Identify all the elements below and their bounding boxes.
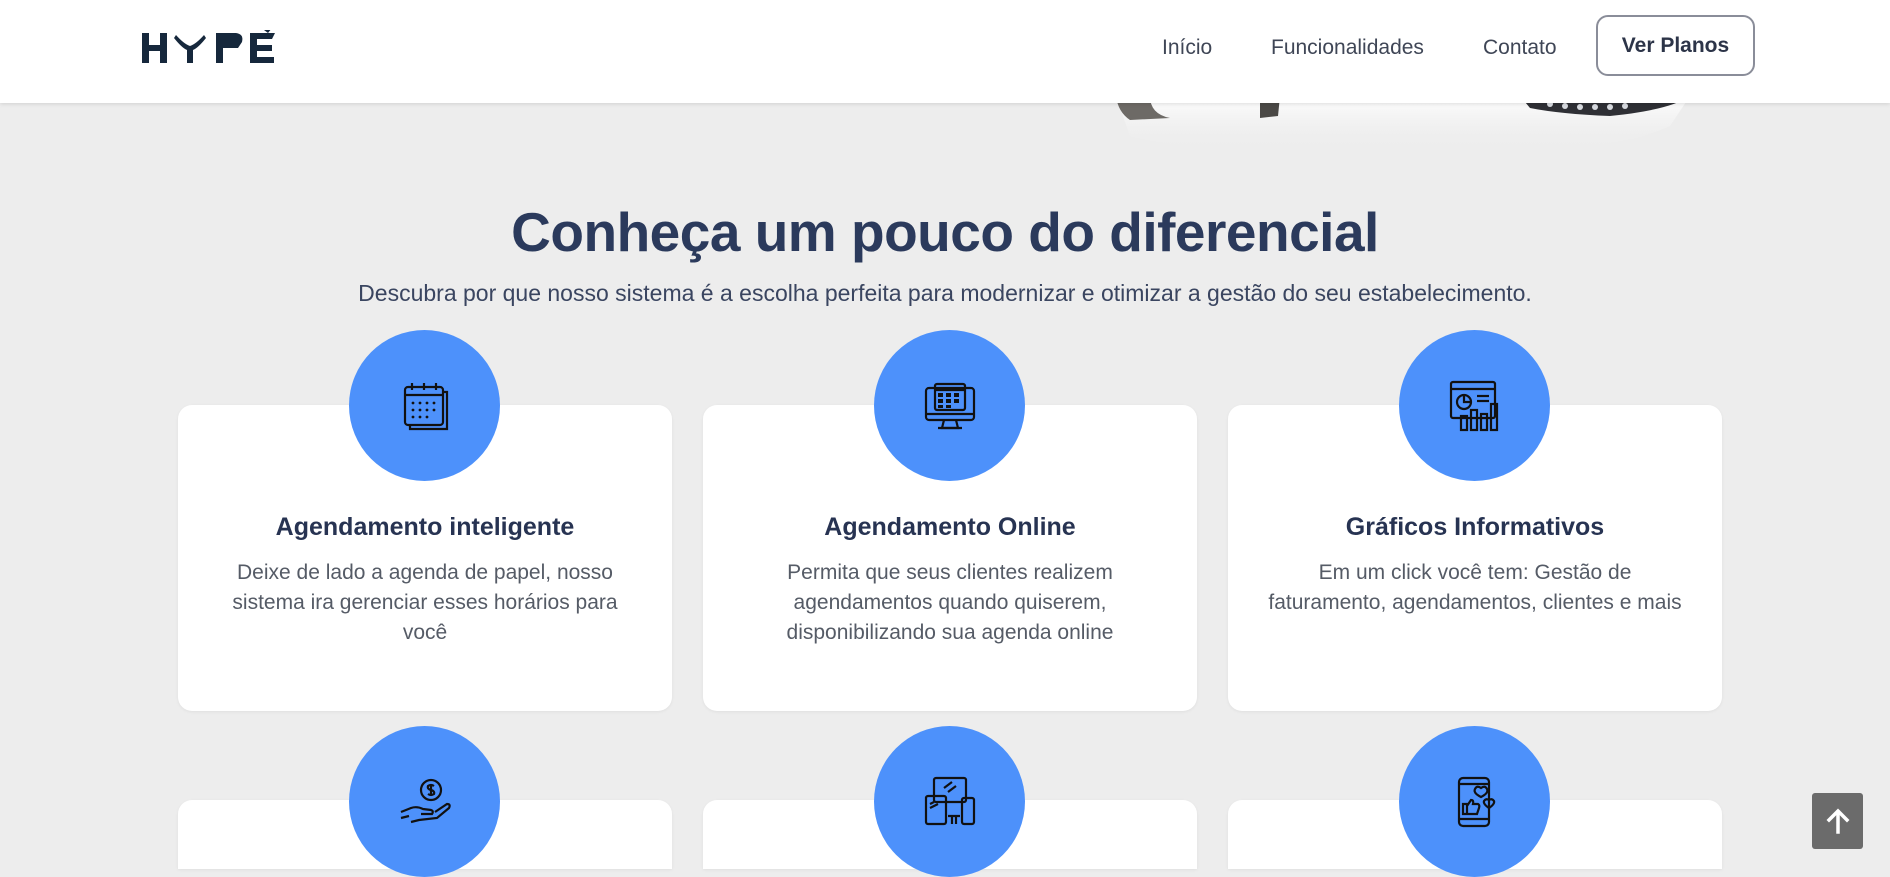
hand-coin-icon-circle bbox=[349, 726, 500, 877]
nav-link-contato[interactable]: Contato bbox=[1483, 36, 1557, 60]
hype-logo[interactable] bbox=[140, 30, 290, 70]
monitor-calendar-icon bbox=[924, 382, 975, 429]
feature-description: Em um click você tem: Gestão de faturame… bbox=[1268, 561, 1682, 614]
hero-image-fragment bbox=[1116, 96, 1690, 151]
multi-device-icon-circle bbox=[874, 726, 1025, 877]
phone-likes-icon-circle bbox=[1399, 726, 1550, 877]
nav-link-funcionalidades[interactable]: Funcionalidades bbox=[1271, 36, 1424, 60]
calendar-icon-circle bbox=[349, 330, 500, 481]
feature-title: Agendamento Online bbox=[824, 513, 1076, 541]
feature-title: Gráficos Informativos bbox=[1345, 513, 1605, 541]
scroll-to-top-button[interactable] bbox=[1812, 793, 1863, 849]
analytics-chart-icon bbox=[1449, 380, 1498, 431]
ver-planos-button[interactable]: Ver Planos bbox=[1596, 15, 1755, 76]
site-header: Início Funcionalidades Contato Ver Plano… bbox=[0, 0, 1890, 103]
nav-link-inicio[interactable]: Início bbox=[1162, 36, 1212, 60]
multi-device-icon bbox=[924, 776, 975, 825]
feature-description: Permita que seus clientes realizem agend… bbox=[786, 561, 1114, 644]
feature-description: Deixe de lado a agenda de papel, nosso s… bbox=[232, 561, 618, 644]
calendar-icon bbox=[403, 382, 448, 430]
phone-likes-icon bbox=[1457, 776, 1495, 827]
analytics-chart-icon-circle bbox=[1399, 330, 1550, 481]
section-subtitle: Descubra por que nosso sistema é a escol… bbox=[358, 280, 1532, 306]
arrow-up-icon bbox=[1826, 808, 1849, 834]
monitor-calendar-icon-circle bbox=[874, 330, 1025, 481]
section-title: Conheça um pouco do diferencial bbox=[511, 201, 1379, 263]
feature-title: Agendamento inteligente bbox=[275, 513, 575, 541]
hand-coin-icon bbox=[400, 778, 451, 823]
